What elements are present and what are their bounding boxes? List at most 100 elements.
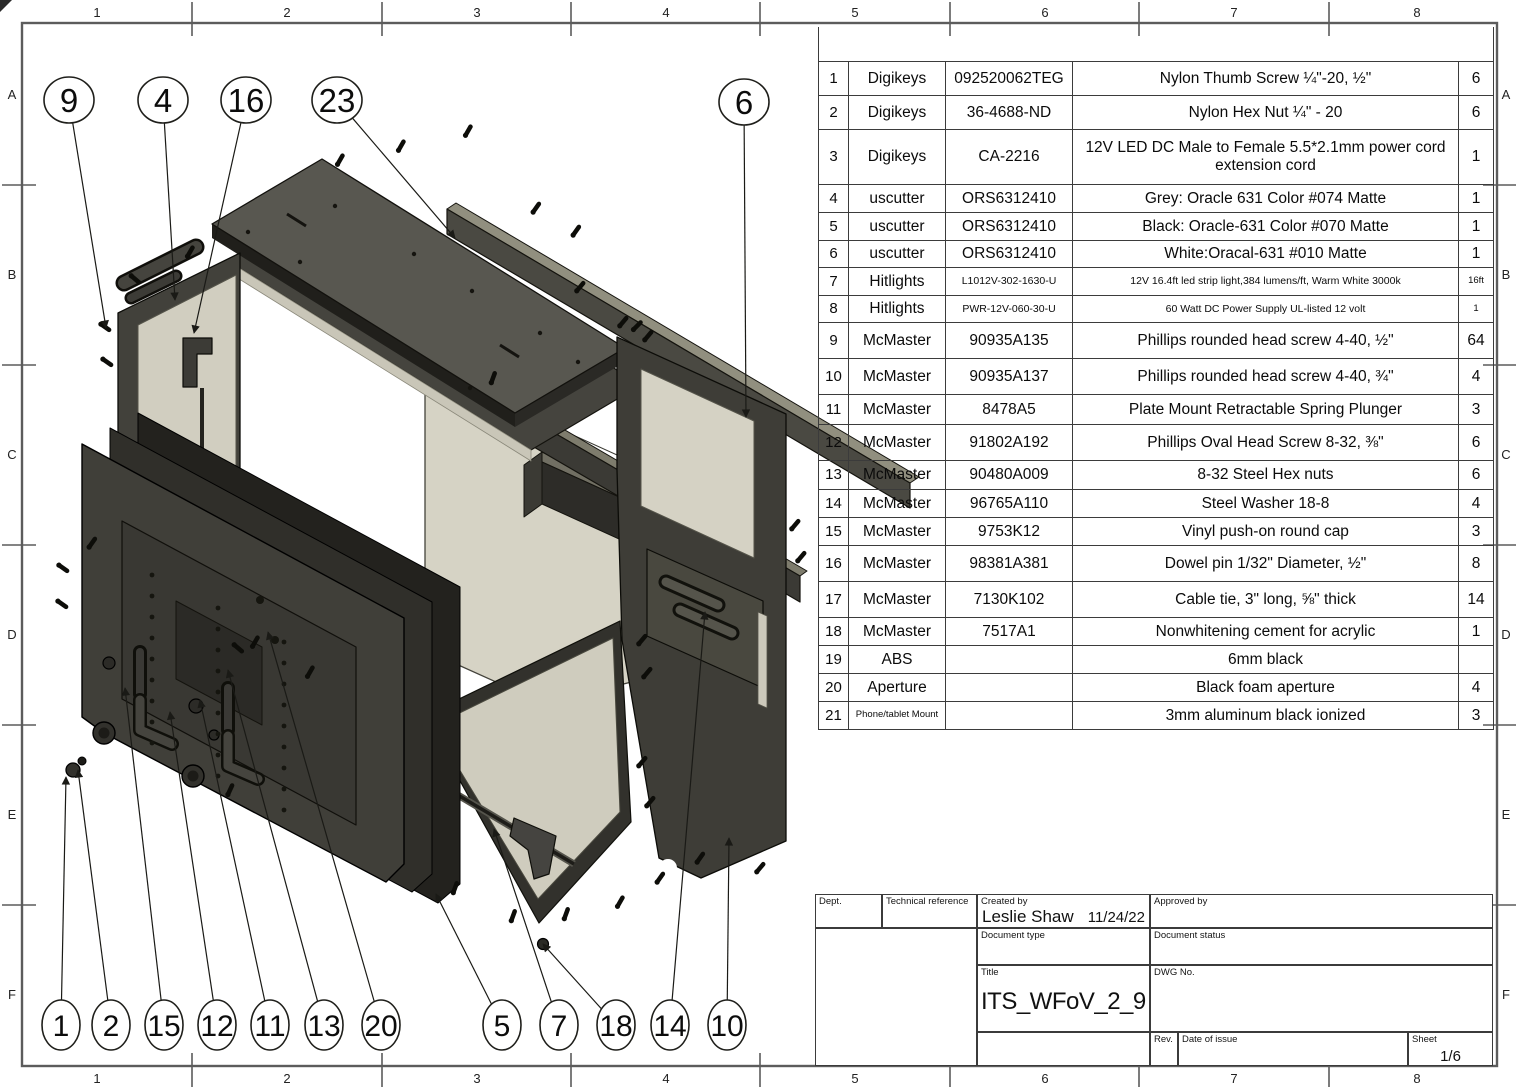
bom-table: 1Digikeys092520062TEGNylon Thumb Screw ¼…: [818, 27, 1494, 730]
bom-cell-qty: 1: [1459, 618, 1494, 646]
bom-cell-supplier: McMaster: [849, 618, 946, 646]
bom-cell-part: 91802A192: [946, 425, 1073, 461]
bom-cell-qty: 3: [1459, 518, 1494, 546]
balloon-number: 7: [551, 1010, 568, 1043]
grid-column-label: 5: [851, 1071, 858, 1086]
technical-reference-label: Technical reference: [886, 896, 968, 907]
page-corner-mark: [0, 0, 12, 12]
grid-column-label: 8: [1413, 1071, 1420, 1086]
bom-cell-desc: Grey: Oracle 631 Color #074 Matte: [1073, 185, 1459, 213]
bom-cell-desc: 3mm aluminum black ionized: [1073, 702, 1459, 730]
bom-cell-supplier: uscutter: [849, 185, 946, 213]
titleblock-empty-cell: [815, 928, 977, 1066]
bom-cell-no: 12: [819, 425, 849, 461]
titleblock-doctype-cell: Document type: [977, 928, 1150, 965]
bom-cell-supplier: ABS: [849, 646, 946, 674]
titleblock-title-cell: Title ITS_WFoV_2_9: [977, 965, 1150, 1032]
drawing-title: ITS_WFoV_2_9: [981, 988, 1146, 1016]
balloon-number: 4: [154, 82, 172, 119]
bom-row: 19ABS6mm black: [819, 646, 1494, 674]
bom-cell-part: 90935A135: [946, 323, 1073, 359]
bom-cell-qty: [1459, 646, 1494, 674]
bom-cell-part: [946, 646, 1073, 674]
created-date: 11/24/22: [1088, 909, 1145, 926]
grid-column-label: 8: [1413, 5, 1420, 20]
balloon-number: 20: [364, 1010, 397, 1043]
bom-cell-desc: Phillips Oval Head Screw 8-32, ⅜": [1073, 425, 1459, 461]
bom-row: 17McMaster7130K102Cable tie, 3" long, ⅝"…: [819, 582, 1494, 618]
bom-cell-qty: 6: [1459, 425, 1494, 461]
screw-icon: [54, 598, 67, 609]
leader-line: [73, 123, 106, 328]
titleblock-docstatus-cell: Document status: [1150, 928, 1493, 965]
grid-row-label: E: [8, 807, 17, 822]
bom-cell-part: ORS6312410: [946, 241, 1073, 268]
bom-cell-no: 10: [819, 359, 849, 395]
bom-cell-qty: 1: [1459, 296, 1494, 323]
bom-cell-qty: 6: [1459, 96, 1494, 130]
grid-row-label: F: [8, 987, 16, 1002]
bom-cell-desc: 12V LED DC Male to Female 5.5*2.1mm powe…: [1073, 130, 1459, 185]
bom-cell-qty: 1: [1459, 241, 1494, 268]
bom-row: 5uscutterORS6312410Black: Oracle-631 Col…: [819, 213, 1494, 241]
screw-icon: [794, 551, 806, 564]
grid-column-label: 4: [662, 1071, 669, 1086]
bom-row: 21Phone/tablet Mount3mm aluminum black i…: [819, 702, 1494, 730]
bom-row: 13McMaster90480A0098-32 Steel Hex nuts6: [819, 461, 1494, 490]
bom-cell-qty: 16ft: [1459, 268, 1494, 296]
bom-cell-desc: Phillips rounded head screw 4-40, ¾": [1073, 359, 1459, 395]
grid-column-label: 5: [851, 5, 858, 20]
bom-cell-qty: 1: [1459, 213, 1494, 241]
bom-cell-desc: Phillips rounded head screw 4-40, ½": [1073, 323, 1459, 359]
bom-cell-supplier: Phone/tablet Mount: [849, 702, 946, 730]
bom-row: 16McMaster98381A381Dowel pin 1/32" Diame…: [819, 546, 1494, 582]
grid-column-label: 6: [1041, 1071, 1048, 1086]
balloon-number: 1: [53, 1010, 70, 1043]
screw-icon: [99, 356, 112, 367]
bom-cell-part: L1012V-302-1630-U: [946, 268, 1073, 296]
bom-cell-no: 18: [819, 618, 849, 646]
bom-cell-desc: Dowel pin 1/32" Diameter, ½": [1073, 546, 1459, 582]
bom-cell-part: 092520062TEG: [946, 62, 1073, 96]
bom-cell-part: 90935A137: [946, 359, 1073, 395]
screw-icon: [395, 140, 406, 154]
grid-column-label: 1: [93, 5, 100, 20]
created-by-label: Created by: [981, 896, 1027, 907]
grid-column-label: 6: [1041, 5, 1048, 20]
dwg-no-label: DWG No.: [1154, 967, 1195, 978]
bom-cell-part: [946, 674, 1073, 702]
grid-row-label: B: [8, 267, 17, 282]
bom-cell-part: 7517A1: [946, 618, 1073, 646]
balloon-number: 16: [228, 82, 265, 119]
leader-line: [436, 894, 492, 1004]
bom-cell-no: 1: [819, 62, 849, 96]
bom-row: 6uscutterORS6312410White:Oracal-631 #010…: [819, 241, 1494, 268]
balloon-number: 5: [494, 1010, 511, 1043]
bom-cell-no: 3: [819, 130, 849, 185]
bom-cell-supplier: uscutter: [849, 213, 946, 241]
grid-row-label: F: [1502, 987, 1510, 1002]
bom-cell-qty: 4: [1459, 359, 1494, 395]
created-by-name: Leslie Shaw: [982, 907, 1074, 927]
titleblock-dept-cell: Dept.: [815, 894, 882, 928]
bom-cell-qty: 3: [1459, 702, 1494, 730]
bom-cell-supplier: uscutter: [849, 241, 946, 268]
bom-cell-no: 7: [819, 268, 849, 296]
bom-cell-part: ORS6312410: [946, 213, 1073, 241]
screw-icon: [561, 908, 570, 922]
bom-cell-no: 11: [819, 395, 849, 425]
exploded-assembly-drawing: [54, 125, 919, 949]
screw-icon: [97, 321, 110, 332]
screw-icon: [334, 154, 345, 168]
bom-row: 11McMaster8478A5Plate Mount Retractable …: [819, 395, 1494, 425]
grid-row-label: A: [8, 87, 17, 102]
bom-row: 15McMaster9753K12Vinyl push-on round cap…: [819, 518, 1494, 546]
bom-cell-desc: 8-32 Steel Hex nuts: [1073, 461, 1459, 490]
balloon-number: 18: [599, 1010, 632, 1043]
titleblock-dateofissue-cell: Date of issue: [1178, 1032, 1408, 1066]
bom-row: 8HitlightsPWR-12V-060-30-U60 Watt DC Pow…: [819, 296, 1494, 323]
bom-cell-part: 8478A5: [946, 395, 1073, 425]
rev-label: Rev.: [1154, 1034, 1173, 1045]
bom-cell-desc: Plate Mount Retractable Spring Plunger: [1073, 395, 1459, 425]
grid-row-label: D: [7, 627, 16, 642]
